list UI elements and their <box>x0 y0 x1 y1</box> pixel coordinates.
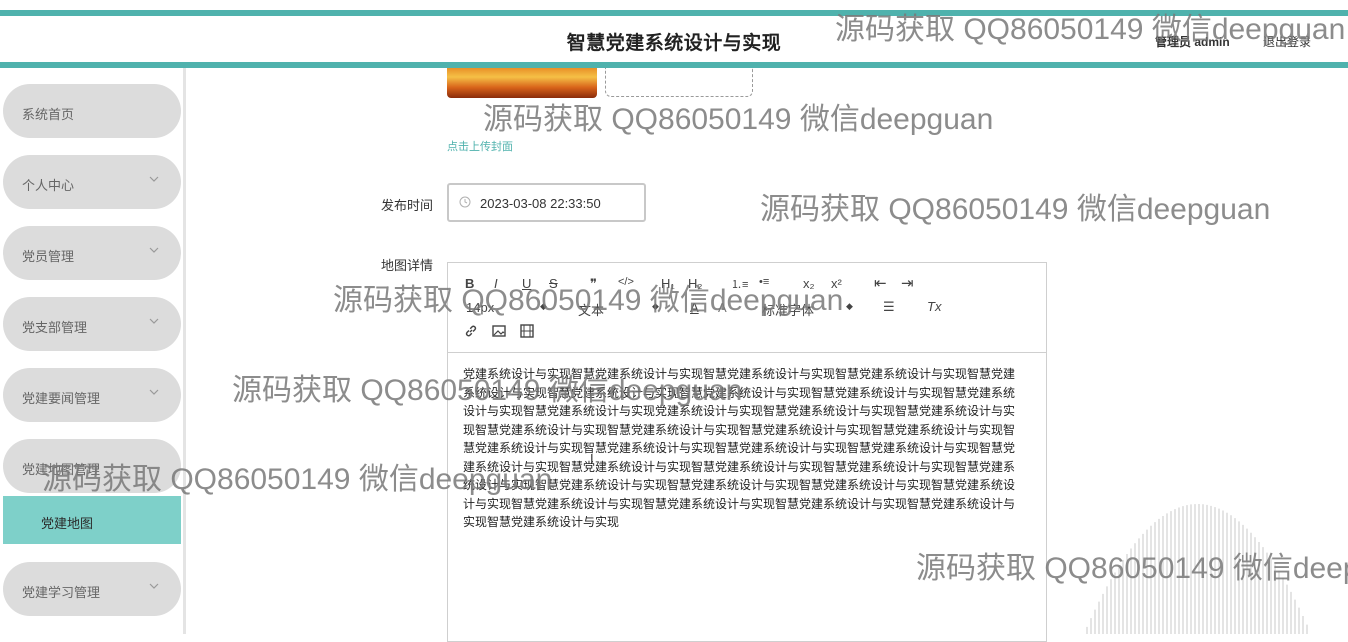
sidebar-item-branch-management[interactable]: 党支部管理 <box>3 297 181 351</box>
chevron-down-icon <box>149 318 159 324</box>
map-detail-label: 地图详情 <box>381 258 434 273</box>
chevron-down-icon <box>149 176 159 182</box>
font-size-value: 14px <box>466 300 495 315</box>
clock-icon <box>459 196 471 208</box>
sidebar-item-label: 党建地图管理 <box>22 462 101 477</box>
publish-time-label: 发布时间 <box>381 198 434 213</box>
cover-image-thumbnail[interactable] <box>447 68 597 98</box>
sidebar-subitem-party-map[interactable]: 党建地图 <box>3 496 181 544</box>
sidebar-item-home[interactable]: 系统首页 <box>3 84 181 138</box>
watermark-text: 源码获取 QQ86050149 微信deepguan <box>483 103 994 136</box>
sidebar-item-member-management[interactable]: 党员管理 <box>3 226 181 280</box>
code-block-button[interactable]: </> <box>618 276 634 288</box>
header-2-button[interactable]: H₂ <box>688 276 702 291</box>
font-family-select[interactable]: 标准字体 ◆ <box>762 300 856 319</box>
image-icon[interactable] <box>492 324 506 338</box>
editor-toolbar: B I U S ❞ </> H₁ H₂ ⒈≡ •≡ x₂ x² ⇤ ⇥ 14px… <box>448 263 1046 353</box>
underline-button[interactable]: U <box>522 276 531 291</box>
sidebar-item-label: 党支部管理 <box>22 320 88 335</box>
decorative-pattern <box>1086 504 1308 634</box>
block-type-value: 文本 <box>578 303 605 318</box>
text-cursor: I <box>590 451 594 466</box>
chevron-down-icon <box>149 583 159 589</box>
sidebar-item-label: 党建学习管理 <box>22 585 101 600</box>
indent-button[interactable]: ⇥ <box>901 274 914 292</box>
publish-time-input[interactable]: 2023-03-08 22:33:50 <box>447 183 646 222</box>
background-color-button[interactable]: A <box>718 300 727 315</box>
sidebar-item-label: 系统首页 <box>22 107 75 122</box>
font-size-select[interactable]: 14px ◆ <box>466 300 550 315</box>
strikethrough-button[interactable]: S <box>549 276 558 291</box>
font-family-value: 标准字体 <box>762 303 815 318</box>
cover-upload-box[interactable] <box>605 68 753 97</box>
select-caret-icon: ◆ <box>540 301 547 311</box>
sidebar-item-map-management[interactable]: 党建地图管理 <box>3 439 181 493</box>
select-caret-icon: ◆ <box>846 301 853 311</box>
editor-content[interactable]: 党建系统设计与实现智慧党建系统设计与实现智慧党建系统设计与实现智慧党建系统设计与… <box>463 365 1026 532</box>
publish-time-value: 2023-03-08 22:33:50 <box>480 196 601 211</box>
sidebar-item-label: 个人中心 <box>22 178 75 193</box>
bold-button[interactable]: B <box>465 276 474 291</box>
logout-link[interactable]: 退出登录 <box>1263 33 1311 50</box>
video-icon[interactable] <box>520 324 534 338</box>
sidebar-item-personal-center[interactable]: 个人中心 <box>3 155 181 209</box>
sidebar <box>0 68 186 634</box>
watermark-text: 源码获取 QQ86050149 微信deepguan <box>760 193 1271 226</box>
superscript-button[interactable]: x² <box>831 276 842 291</box>
chevron-down-icon <box>149 389 159 395</box>
upload-hint: 点击上传封面 <box>447 141 513 153</box>
chevron-down-icon <box>149 247 159 253</box>
rich-text-editor[interactable]: B I U S ❞ </> H₁ H₂ ⒈≡ •≡ x₂ x² ⇤ ⇥ 14px… <box>447 262 1047 642</box>
app-title: 智慧党建系统设计与实现 <box>566 33 782 54</box>
outdent-button[interactable]: ⇤ <box>874 274 887 292</box>
sidebar-subitem-label: 党建地图 <box>41 516 94 531</box>
link-icon[interactable] <box>464 324 478 338</box>
sidebar-item-label: 党建要闻管理 <box>22 391 101 406</box>
ordered-list-button[interactable]: ⒈≡ <box>731 276 748 292</box>
bullet-list-button[interactable]: •≡ <box>759 276 769 288</box>
clear-format-button[interactable]: Tx <box>927 299 941 314</box>
italic-button[interactable]: I <box>494 276 498 291</box>
header-1-button[interactable]: H₁ <box>661 276 675 291</box>
current-user: 管理员 admin <box>1155 35 1230 49</box>
font-color-button[interactable]: A <box>690 300 699 315</box>
select-caret-icon: ◆ <box>652 301 659 311</box>
align-button[interactable]: ☰ <box>883 299 895 315</box>
blockquote-button[interactable]: ❞ <box>590 276 597 292</box>
sidebar-item-label: 党员管理 <box>22 249 75 264</box>
sidebar-item-study-management[interactable]: 党建学习管理 <box>3 562 181 616</box>
subscript-button[interactable]: x₂ <box>803 276 815 291</box>
block-type-select[interactable]: 文本 ◆ <box>578 300 662 319</box>
sidebar-item-news-management[interactable]: 党建要闻管理 <box>3 368 181 422</box>
